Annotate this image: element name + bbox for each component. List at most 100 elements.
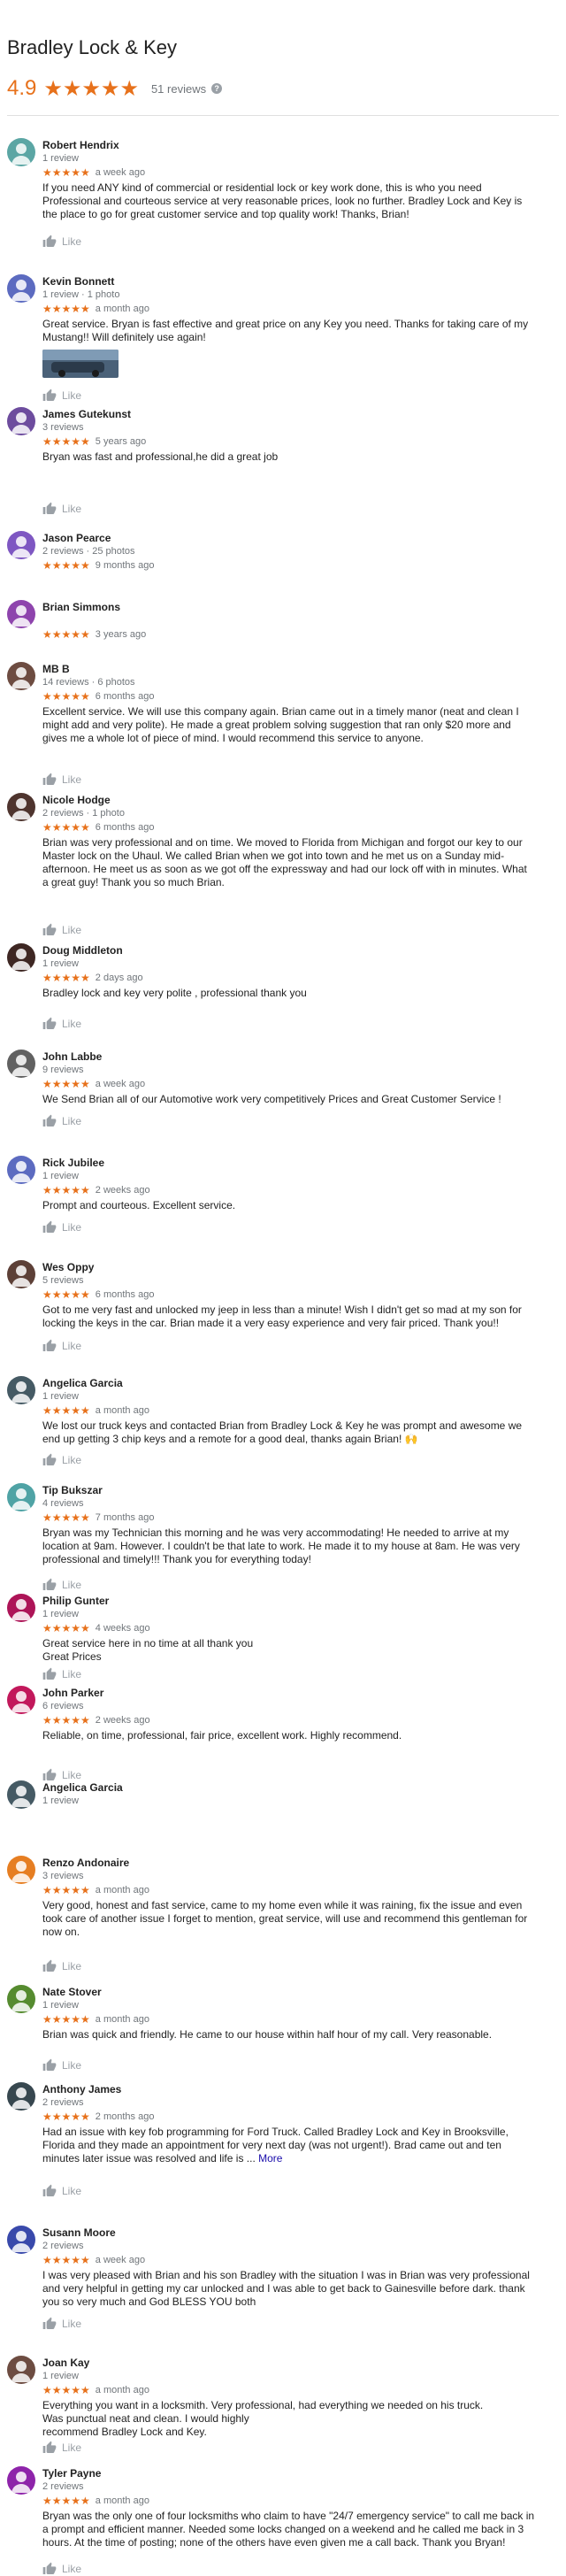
review-rating: ★★★★★ a week ago: [42, 167, 552, 179]
reviewer-avatar[interactable]: [7, 1050, 35, 1078]
reviewer-name[interactable]: Doug Middleton: [42, 943, 552, 957]
review-photo[interactable]: [42, 350, 119, 378]
reviewer-avatar[interactable]: [7, 2082, 35, 2111]
reviewer-avatar[interactable]: [7, 2226, 35, 2254]
reviewer-meta: 1 review: [42, 2000, 79, 2011]
star-rating-icon: ★★★★★: [42, 435, 90, 448]
like-button[interactable]: Like: [42, 2441, 81, 2455]
reviewer-name[interactable]: Brian Simmons: [42, 600, 552, 614]
reviewer-avatar[interactable]: [7, 274, 35, 303]
reviewer-meta: 14 reviews · 6 photos: [42, 677, 135, 688]
more-link[interactable]: More: [258, 2152, 282, 2165]
average-rating: 4.9: [7, 76, 37, 100]
reviewer-name[interactable]: Tip Bukszar: [42, 1483, 552, 1497]
reviewer-meta: 2 reviews · 25 photos: [42, 546, 135, 557]
reviewer-name[interactable]: Tyler Payne: [42, 2466, 552, 2480]
reviewer-name[interactable]: Jason Pearce: [42, 531, 552, 545]
review-text: Bryan was fast and professional,he did a…: [42, 450, 552, 464]
like-button[interactable]: Like: [42, 2058, 81, 2072]
review-text: Great service here in no time at all tha…: [42, 1637, 552, 1664]
reviewer-name[interactable]: MB B: [42, 662, 552, 676]
review-rating: ★★★★★ a month ago: [42, 1405, 552, 1417]
review-date: 2 weeks ago: [95, 1715, 150, 1726]
reviewer-avatar[interactable]: [7, 531, 35, 559]
reviewer-avatar[interactable]: [7, 1856, 35, 1884]
reviewer-name[interactable]: Susann Moore: [42, 2226, 552, 2240]
reviewer-avatar[interactable]: [7, 1686, 35, 1714]
like-label: Like: [62, 2563, 82, 2575]
reviewer-meta: 2 reviews: [42, 2097, 84, 2108]
like-button[interactable]: Like: [42, 2184, 81, 2198]
star-rating-icon: ★★★★★: [42, 1622, 90, 1634]
reviewer-avatar[interactable]: [7, 1985, 35, 2013]
like-button[interactable]: Like: [42, 1667, 81, 1681]
review-body: Brian was quick and friendly. He came to…: [42, 2028, 493, 2041]
reviewer-avatar[interactable]: [7, 138, 35, 166]
reviewer-name[interactable]: James Gutekunst: [42, 407, 552, 421]
reviewer-name[interactable]: Angelica Garcia: [42, 1780, 552, 1795]
like-button[interactable]: Like: [42, 1339, 81, 1353]
reviewer-avatar[interactable]: [7, 407, 35, 435]
review-rating: ★★★★★ a month ago: [42, 1885, 552, 1896]
reviewer-avatar[interactable]: [7, 2466, 35, 2495]
review-date: 2 weeks ago: [95, 1185, 150, 1196]
reviewer-name[interactable]: Joan Kay: [42, 2356, 552, 2370]
reviewer-name[interactable]: Robert Hendrix: [42, 138, 552, 152]
thumbs-up-icon: [42, 2441, 57, 2453]
reviewer-avatar[interactable]: [7, 600, 35, 628]
star-rating-icon: ★★★★★: [42, 1511, 90, 1524]
reviewer-name[interactable]: Philip Gunter: [42, 1594, 552, 1608]
reviewer-avatar[interactable]: [7, 1780, 35, 1809]
reviewer-avatar[interactable]: [7, 1260, 35, 1288]
review-date: 2 days ago: [95, 973, 143, 983]
like-button[interactable]: Like: [42, 773, 81, 787]
like-button[interactable]: Like: [42, 1114, 81, 1128]
like-button[interactable]: Like: [42, 2317, 81, 2331]
like-button[interactable]: Like: [42, 1578, 81, 1592]
like-button[interactable]: Like: [42, 1959, 81, 1973]
reviewer-avatar[interactable]: [7, 1376, 35, 1404]
star-rating-icon: ★★★★★: [42, 1884, 90, 1896]
question-icon[interactable]: ?: [211, 83, 223, 94]
like-button[interactable]: Like: [42, 923, 81, 937]
reviewer-name[interactable]: Rick Jubilee: [42, 1156, 552, 1170]
review-body: Great service here in no time at all tha…: [42, 1637, 254, 1663]
like-button[interactable]: Like: [42, 1017, 81, 1031]
like-button[interactable]: Like: [42, 1453, 81, 1467]
like-button[interactable]: Like: [42, 235, 81, 249]
reviewer-name[interactable]: Kevin Bonnett: [42, 274, 552, 288]
reviewer-avatar[interactable]: [7, 2356, 35, 2384]
review-date: 3 years ago: [95, 629, 147, 640]
thumbs-up-icon: [42, 235, 57, 247]
review-date: a week ago: [95, 1079, 146, 1089]
reviewer-name[interactable]: Nate Stover: [42, 1985, 552, 1999]
review-item: Rick Jubilee 1 review ★★★★★ 2 weeks ago Prom…: [0, 1156, 566, 1234]
reviewer-avatar[interactable]: [7, 793, 35, 821]
reviewer-name[interactable]: Renzo Andonaire: [42, 1856, 552, 1870]
like-button[interactable]: Like: [42, 1220, 81, 1234]
reviewer-name[interactable]: Angelica Garcia: [42, 1376, 552, 1390]
review-rating: ★★★★★ 2 months ago: [42, 2111, 552, 2123]
thumbs-up-icon: [42, 502, 57, 514]
review-date: a week ago: [95, 2255, 146, 2265]
like-button[interactable]: Like: [42, 388, 81, 403]
review-item: Renzo Andonaire 3 reviews ★★★★★ a month ago…: [0, 1856, 566, 1972]
reviewer-name[interactable]: John Parker: [42, 1686, 552, 1700]
review-item: John Labbe 9 reviews ★★★★★ a week ago We Sen…: [0, 1050, 566, 1127]
reviewer-name[interactable]: John Labbe: [42, 1050, 552, 1064]
reviewer-name[interactable]: Anthony James: [42, 2082, 552, 2096]
reviewer-name[interactable]: Nicole Hodge: [42, 793, 552, 807]
reviewer-avatar[interactable]: [7, 1594, 35, 1622]
reviewer-name[interactable]: Wes Oppy: [42, 1260, 552, 1274]
review-text: Bryan was my Technician this morning and…: [42, 1526, 552, 1566]
header-divider: [7, 115, 559, 116]
like-label: Like: [62, 1340, 82, 1352]
like-button[interactable]: Like: [42, 2562, 81, 2576]
review-rating: ★★★★★ 4 weeks ago: [42, 1623, 552, 1634]
reviewer-avatar[interactable]: [7, 1483, 35, 1511]
reviewer-avatar[interactable]: [7, 1156, 35, 1184]
reviewer-avatar[interactable]: [7, 662, 35, 690]
like-button[interactable]: Like: [42, 502, 81, 516]
reviewer-avatar[interactable]: [7, 943, 35, 972]
reviews-count-link[interactable]: 51 reviews: [151, 82, 206, 96]
